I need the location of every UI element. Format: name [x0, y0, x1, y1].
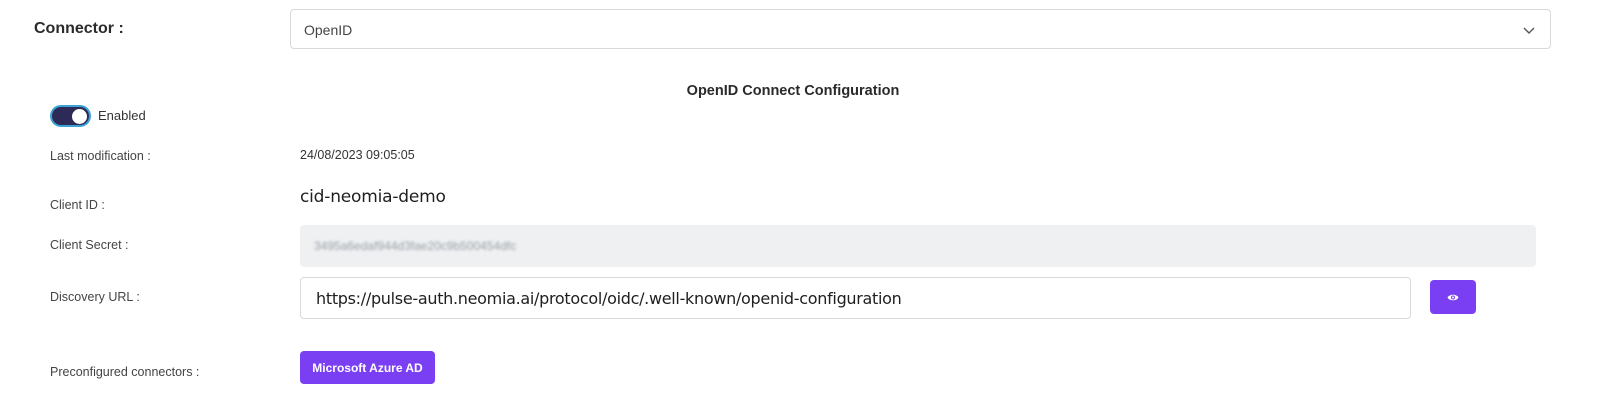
chevron-down-icon [1523, 27, 1535, 34]
discovery-url-label: Discovery URL : [50, 290, 140, 304]
discovery-url-value: https://pulse-auth.neomia.ai/protocol/oi… [316, 289, 902, 308]
discovery-url-input[interactable]: https://pulse-auth.neomia.ai/protocol/oi… [300, 277, 1411, 319]
client-secret-label: Client Secret : [50, 238, 129, 252]
enabled-toggle[interactable] [50, 105, 91, 127]
client-secret-field[interactable]: 3495a6edaf944d3fae20c9b500454dfc [300, 225, 1536, 267]
toggle-knob [72, 109, 87, 124]
section-title: OpenID Connect Configuration [686, 83, 900, 99]
client-id-value: cid-neomia-demo [300, 187, 446, 207]
enabled-label: Enabled [98, 108, 146, 123]
microsoft-azure-ad-button[interactable]: Microsoft Azure AD [300, 351, 435, 384]
client-id-label: Client ID : [50, 198, 105, 212]
client-secret-value: 3495a6edaf944d3fae20c9b500454dfc [314, 239, 517, 253]
connector-label: Connector : [34, 20, 124, 37]
last-modification-value: 24/08/2023 09:05:05 [300, 148, 415, 162]
preconfigured-connectors-label: Preconfigured connectors : [50, 365, 200, 379]
last-modification-label: Last modification : [50, 149, 151, 163]
discovery-url-view-button[interactable] [1430, 280, 1476, 314]
eye-icon [1447, 294, 1459, 300]
connector-select-value: OpenID [304, 22, 353, 38]
connector-select[interactable]: OpenID [290, 9, 1551, 49]
